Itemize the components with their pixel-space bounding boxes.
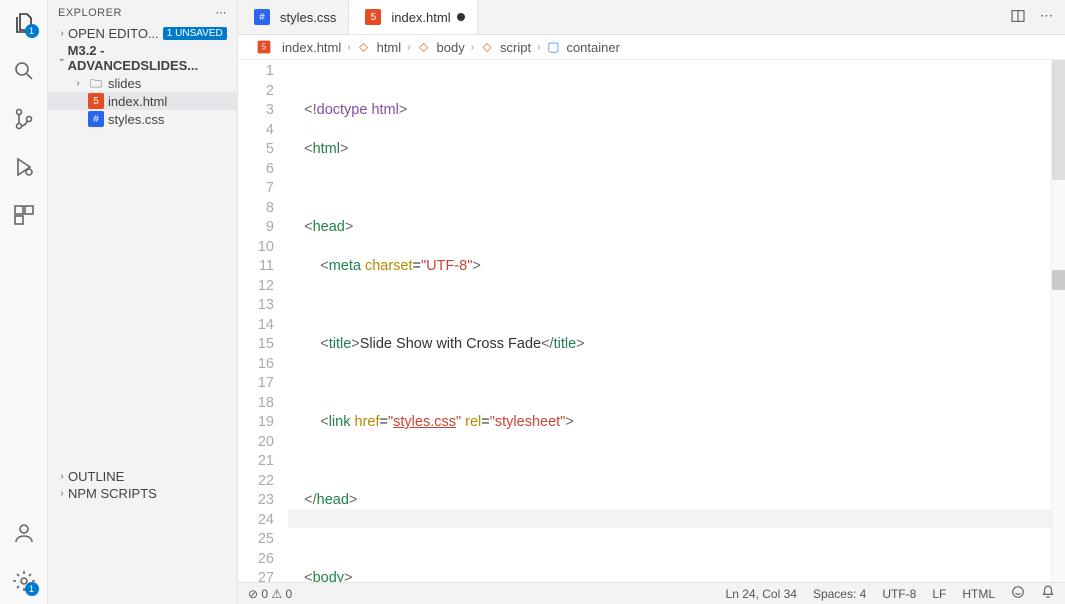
npm-scripts-section[interactable]: ›NPM SCRIPTS	[48, 485, 237, 502]
folder-slides[interactable]: ›slides	[48, 74, 237, 92]
symbol-tag-icon: ⬦	[480, 40, 494, 54]
explorer-title: EXPLORER	[58, 7, 122, 19]
project-root[interactable]: ⌄M3.2 - ADVANCEDSLIDES...	[48, 42, 237, 74]
tab-more-icon[interactable]: ⋯	[1040, 8, 1053, 27]
html-file-icon: 5	[258, 41, 271, 54]
settings-icon[interactable]: 1	[11, 568, 37, 594]
symbol-variable-icon: ▢	[546, 40, 560, 54]
status-problems[interactable]: ⊘ 0 ⚠ 0	[248, 587, 292, 601]
current-line-highlight	[288, 509, 1051, 529]
file-index-html[interactable]: 5index.html	[48, 92, 237, 110]
dirty-indicator-icon	[457, 13, 465, 21]
bell-icon[interactable]	[1041, 585, 1055, 602]
sidebar: EXPLORER ⋯ ›OPEN EDITO...1 UNSAVED ⌄M3.2 …	[48, 0, 238, 604]
source-control-icon[interactable]	[11, 106, 37, 132]
line-gutter: 1234567891011121314151617181920212223242…	[238, 60, 288, 582]
folder-icon	[88, 75, 104, 91]
css-file-icon: #	[254, 9, 270, 25]
debug-icon[interactable]	[11, 154, 37, 180]
status-indent[interactable]: Spaces: 4	[813, 587, 866, 601]
unsaved-badge: 1 UNSAVED	[163, 27, 227, 40]
code-area[interactable]: <!doctype html> <html> <head> <meta char…	[288, 60, 1051, 582]
scrollbar[interactable]	[1051, 60, 1065, 582]
html-file-icon: 5	[365, 9, 381, 25]
symbol-tag-icon: ⬦	[417, 40, 431, 54]
css-file-icon: #	[88, 111, 104, 127]
search-icon[interactable]	[11, 58, 37, 84]
tab-styles-css[interactable]: #styles.css	[238, 0, 349, 34]
sidebar-more-icon[interactable]: ⋯	[216, 6, 228, 19]
activity-bar: 1 1	[0, 0, 48, 604]
split-editor-icon[interactable]	[1010, 8, 1026, 27]
status-language[interactable]: HTML	[962, 587, 995, 601]
files-badge: 1	[25, 24, 39, 38]
breadcrumbs[interactable]: 5index.html ›⬦html ›⬦body ›⬦script ›▢con…	[238, 35, 1065, 60]
status-encoding[interactable]: UTF-8	[882, 587, 916, 601]
html-file-icon: 5	[88, 93, 104, 109]
status-bar: ⊘ 0 ⚠ 0 Ln 24, Col 34 Spaces: 4 UTF-8 LF…	[238, 582, 1065, 604]
status-cursor[interactable]: Ln 24, Col 34	[726, 587, 797, 601]
editor[interactable]: 1234567891011121314151617181920212223242…	[238, 60, 1065, 582]
tab-bar: #styles.css 5index.html ⋯	[238, 0, 1065, 35]
files-icon[interactable]: 1	[11, 10, 37, 36]
tab-index-html[interactable]: 5index.html	[349, 0, 477, 34]
file-styles-css[interactable]: #styles.css	[48, 110, 237, 128]
symbol-tag-icon: ⬦	[357, 40, 371, 54]
status-eol[interactable]: LF	[932, 587, 946, 601]
outline-section[interactable]: ›OUTLINE	[48, 468, 237, 485]
settings-badge: 1	[25, 582, 39, 596]
account-icon[interactable]	[11, 520, 37, 546]
feedback-icon[interactable]	[1011, 585, 1025, 602]
extensions-icon[interactable]	[11, 202, 37, 228]
open-editors-section[interactable]: ›OPEN EDITO...1 UNSAVED	[48, 25, 237, 42]
